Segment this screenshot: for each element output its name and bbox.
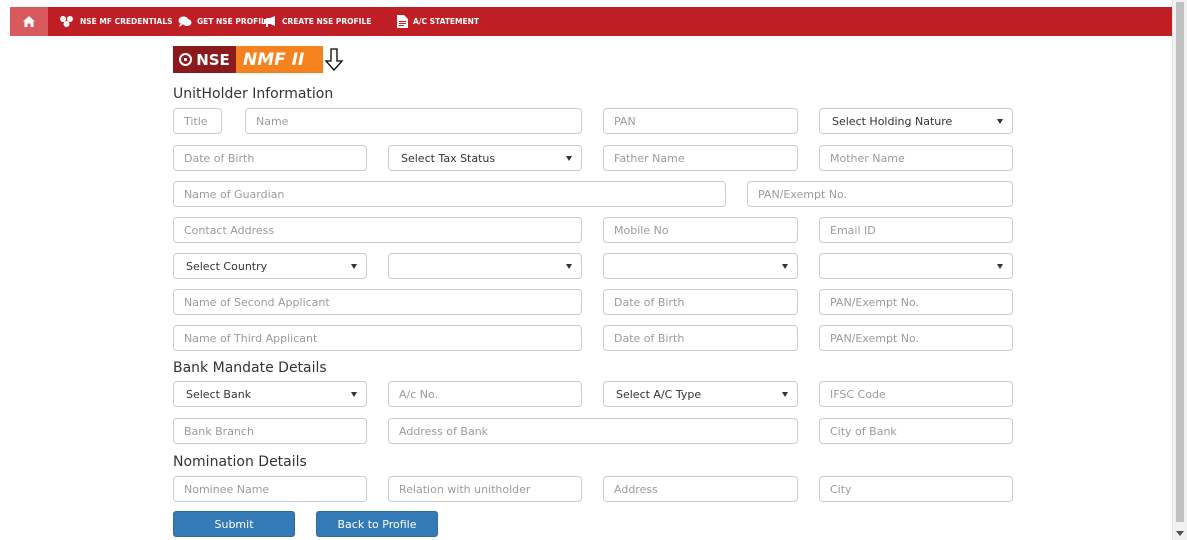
bank-city-input[interactable] <box>819 418 1013 444</box>
chevron-down-icon <box>351 264 357 269</box>
bullhorn-icon <box>264 16 275 27</box>
home-button[interactable] <box>10 7 48 36</box>
father-name-input[interactable] <box>603 145 798 171</box>
third-applicant-input[interactable] <box>173 325 582 351</box>
pincode-select[interactable] <box>819 253 1013 279</box>
comments-icon <box>178 16 192 27</box>
nse-emblem-icon <box>179 53 193 66</box>
ac-no-input[interactable] <box>388 381 582 407</box>
holding-nature-select[interactable]: Select Holding Nature <box>819 108 1013 134</box>
bank-address-input[interactable] <box>388 418 798 444</box>
chevron-down-icon <box>997 119 1003 124</box>
scroll-down-arrow-icon[interactable] <box>1176 531 1184 536</box>
nominee-city-input[interactable] <box>819 476 1013 502</box>
mobile-input[interactable] <box>603 217 798 243</box>
bank-section-title: Bank Mandate Details <box>173 360 327 376</box>
title-input[interactable] <box>173 108 222 134</box>
nav-label: GET NSE PROFILE <box>197 17 271 26</box>
guardian-pan-input[interactable] <box>747 181 1013 207</box>
chevron-down-icon <box>566 264 572 269</box>
chevron-down-icon <box>997 264 1003 269</box>
chevron-down-icon <box>782 392 788 397</box>
select-value: Select Country <box>186 259 268 273</box>
third-pan-input[interactable] <box>819 325 1013 351</box>
chevron-down-icon <box>566 156 572 161</box>
tax-status-select[interactable]: Select Tax Status <box>388 145 582 171</box>
nav-nse-mf-credentials[interactable]: NSE MF CREDENTIALS <box>58 7 173 36</box>
bank-select[interactable]: Select Bank <box>173 381 367 407</box>
ac-type-select[interactable]: Select A/C Type <box>603 381 798 407</box>
select-value: Select Tax Status <box>401 151 496 165</box>
chevron-down-icon <box>782 264 788 269</box>
state-select[interactable] <box>388 253 582 279</box>
arrow-down-icon <box>324 48 344 71</box>
document-icon <box>397 15 408 28</box>
second-dob-input[interactable] <box>603 289 798 315</box>
select-value: Select A/C Type <box>616 387 702 401</box>
second-pan-input[interactable] <box>819 289 1013 315</box>
scrollbar[interactable] <box>1172 0 1187 540</box>
unitholder-section-title: UnitHolder Information <box>173 86 334 102</box>
mother-name-input[interactable] <box>819 145 1013 171</box>
top-nav-bar: NSE MF CREDENTIALS GET NSE PROFILE CREAT… <box>10 7 1172 36</box>
pan-input[interactable] <box>603 108 798 134</box>
nomination-section-title: Nomination Details <box>173 454 307 470</box>
nominee-relation-input[interactable] <box>388 476 582 502</box>
users-icon <box>60 16 73 27</box>
submit-button[interactable]: Submit <box>173 511 295 537</box>
nav-ac-statement[interactable]: A/C STATEMENT <box>397 7 479 36</box>
chevron-down-icon <box>351 392 357 397</box>
name-input[interactable] <box>245 108 582 134</box>
bank-branch-input[interactable] <box>173 418 367 444</box>
city-select[interactable] <box>603 253 798 279</box>
email-input[interactable] <box>819 217 1013 243</box>
logo-nmf-text: NMF II <box>243 49 305 70</box>
home-icon <box>23 16 35 27</box>
logo-nmf-part: NMF II <box>236 46 323 73</box>
select-value: Select Bank <box>186 387 252 401</box>
guardian-name-input[interactable] <box>173 181 726 207</box>
nse-nmf-logo: NSE NMF II <box>173 46 323 73</box>
nominee-name-input[interactable] <box>173 476 367 502</box>
second-applicant-input[interactable] <box>173 289 582 315</box>
select-value: Select Holding Nature <box>832 114 953 128</box>
back-to-profile-button[interactable]: Back to Profile <box>316 511 438 537</box>
logo-nse-text: NSE <box>196 50 230 69</box>
scroll-thumb[interactable] <box>1176 2 1184 522</box>
contact-address-input[interactable] <box>173 217 582 243</box>
country-select[interactable]: Select Country <box>173 253 367 279</box>
nav-label: CREATE NSE PROFILE <box>282 17 372 26</box>
dob-input[interactable] <box>173 145 367 171</box>
nav-create-nse-profile[interactable]: CREATE NSE PROFILE <box>264 7 371 36</box>
ifsc-input[interactable] <box>819 381 1013 407</box>
nav-label: NSE MF CREDENTIALS <box>80 17 173 26</box>
nav-get-nse-profile[interactable]: GET NSE PROFILE <box>178 7 271 36</box>
third-dob-input[interactable] <box>603 325 798 351</box>
nav-label: A/C STATEMENT <box>413 17 480 26</box>
logo-nse-part: NSE <box>173 46 236 73</box>
nominee-address-input[interactable] <box>603 476 798 502</box>
